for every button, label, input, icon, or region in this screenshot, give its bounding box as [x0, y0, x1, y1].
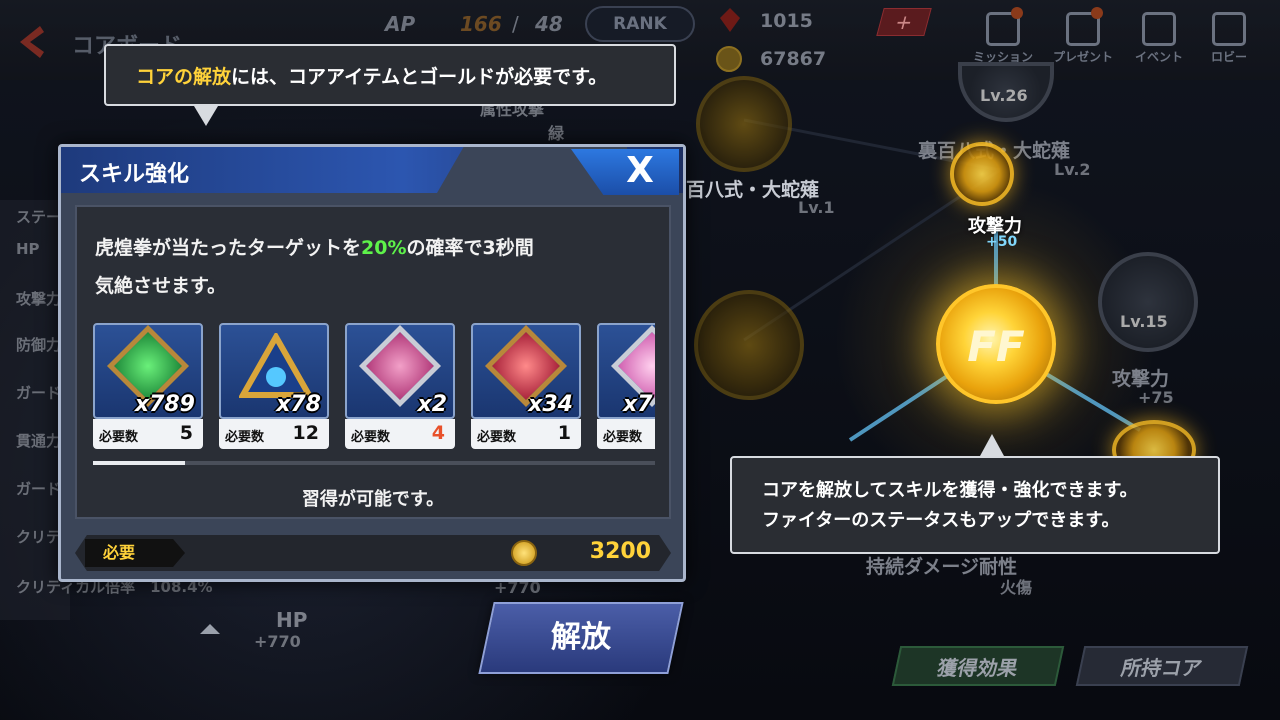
core-level: Lv.15	[1120, 312, 1168, 331]
ap-max: 48	[535, 12, 563, 36]
event-label: イベント	[1134, 50, 1183, 64]
required-label: 必要数	[99, 430, 139, 445]
required-count: 1	[557, 422, 571, 444]
core-hint-tooltip: コアを解放してスキルを獲得・強化できます。 ファイターのステータスもアップできま…	[730, 434, 1220, 554]
rank-badge[interactable]: RANK	[585, 6, 695, 42]
required-items-list[interactable]: x789 必要数 5 x78 必要数 12 x2 必要数 4 x34 必要数 1…	[93, 323, 655, 455]
dialog-title: スキル強化	[79, 162, 190, 187]
core-level: Lv.1	[798, 198, 835, 217]
ap-separator: /	[512, 12, 519, 36]
back-arrow-icon	[20, 26, 44, 58]
stat-row: ガード	[16, 480, 62, 498]
core-name: 持続ダメージ耐性	[866, 556, 1018, 578]
unlock-hint-tooltip: コアの解放には、コアアイテムとゴールドが必要です。	[104, 44, 676, 126]
notification-dot	[1011, 7, 1023, 19]
close-icon: X	[626, 150, 654, 191]
skill-description: 虎煌拳が当たったターゲットを20%の確率で3秒間 気絶させます。	[95, 237, 534, 297]
core-stat-label: HP	[276, 608, 308, 632]
core-stat-value: +50	[986, 234, 1018, 250]
tooltip-line: ファイターのステータスもアップできます。	[762, 510, 1120, 531]
ap-current: 166	[460, 12, 502, 36]
proc-chance: 20%	[361, 237, 407, 259]
owned-count: x789	[134, 392, 195, 417]
stat-row: 貫通力	[16, 432, 62, 450]
gold-coin-icon	[716, 46, 742, 72]
core-stat-label: 攻撃力	[1112, 368, 1170, 390]
required-count: 4	[431, 422, 445, 444]
owned-count: x7	[623, 392, 653, 417]
owned-cores-button[interactable]: 所持コア	[1075, 646, 1249, 686]
owned-count: x34	[528, 392, 573, 417]
skill-upgrade-dialog: スキル強化 X 虎煌拳が当たったターゲットを20%の確率で3秒間 気絶させます。…	[58, 144, 686, 582]
owned-count: x2	[417, 392, 448, 417]
stat-row: HP	[16, 240, 40, 258]
core-sublabel: 火傷	[1000, 578, 1033, 597]
gold-coin-icon	[511, 540, 537, 566]
core-node-locked[interactable]	[1098, 252, 1198, 352]
stat-heading: ステー	[16, 208, 62, 226]
cost-label: 必要	[85, 539, 185, 567]
present-icon	[1066, 7, 1103, 46]
tooltip-line: コアを解放してスキルを獲得・強化できます。	[762, 480, 1138, 501]
acquired-effects-button[interactable]: 獲得効果	[891, 646, 1065, 686]
tooltip-text: には、コアアイテムとゴールドが必要です。	[231, 66, 608, 88]
lobby-button[interactable]: ロビー	[1194, 8, 1264, 74]
core-node[interactable]	[696, 76, 792, 172]
release-button[interactable]: 解放	[478, 602, 684, 674]
add-ruby-button[interactable]: +	[876, 8, 932, 36]
required-label: 必要数	[477, 430, 517, 445]
present-label: プレゼント	[1052, 50, 1113, 64]
ruby-icon	[720, 8, 740, 32]
back-button[interactable]	[14, 22, 54, 62]
core-level: Lv.2	[1054, 160, 1091, 179]
core-node[interactable]	[950, 142, 1014, 206]
mission-icon	[986, 7, 1023, 46]
present-button[interactable]: プレゼント	[1048, 7, 1118, 74]
fighter-item[interactable]: x2 必要数 4	[345, 323, 455, 453]
tooltip-highlight: コアの解放	[136, 66, 232, 88]
kof-emblem-icon: FF	[967, 322, 1025, 371]
core-stat-value: +75	[1138, 388, 1174, 407]
core-level: Lv.26	[980, 86, 1028, 105]
core-item[interactable]: x789 必要数 5	[93, 323, 203, 453]
stat-row: クリテ	[16, 528, 62, 546]
required-label: 必要数	[603, 430, 643, 445]
stat-row: 防御力	[16, 336, 62, 354]
core-item[interactable]: x34 必要数 1	[471, 323, 581, 453]
learn-status: 習得が可能です。	[301, 489, 445, 510]
required-count: 5	[179, 422, 193, 444]
stat-row: 攻撃力	[16, 290, 62, 308]
gold-count: 67867	[760, 48, 827, 70]
calendar-icon	[1142, 12, 1176, 46]
scrollbar-thumb[interactable]	[93, 461, 185, 465]
scroll-up-arrow-icon[interactable]	[200, 624, 220, 634]
event-button[interactable]: イベント	[1124, 8, 1194, 74]
notification-dot	[1091, 7, 1103, 19]
gold-cost: 3200	[589, 539, 651, 564]
blue-core-gem-icon	[239, 333, 313, 398]
core-stat-value: +770	[254, 632, 301, 651]
items-scrollbar[interactable]	[93, 461, 655, 465]
required-count: 12	[292, 422, 319, 444]
ap-label: AP	[385, 12, 416, 36]
stat-row: ガード	[16, 384, 62, 402]
owned-count: x78	[276, 392, 321, 417]
required-label: 必要数	[351, 430, 391, 445]
core-sublabel: 緑	[548, 124, 565, 143]
core-item[interactable]: x78 必要数 12	[219, 323, 329, 453]
ruby-count: 1015	[760, 10, 813, 32]
lobby-label: ロビー	[1210, 50, 1247, 64]
selected-core-node[interactable]: FF	[936, 284, 1056, 404]
core-item[interactable]: x7 必要数	[597, 323, 655, 453]
core-node[interactable]	[694, 290, 804, 400]
dialog-body: 虎煌拳が当たったターゲットを20%の確率で3秒間 気絶させます。 x789 必要…	[75, 205, 671, 519]
required-label: 必要数	[225, 430, 265, 445]
home-icon	[1212, 12, 1246, 46]
cost-bar: 必要 3200	[75, 535, 671, 571]
